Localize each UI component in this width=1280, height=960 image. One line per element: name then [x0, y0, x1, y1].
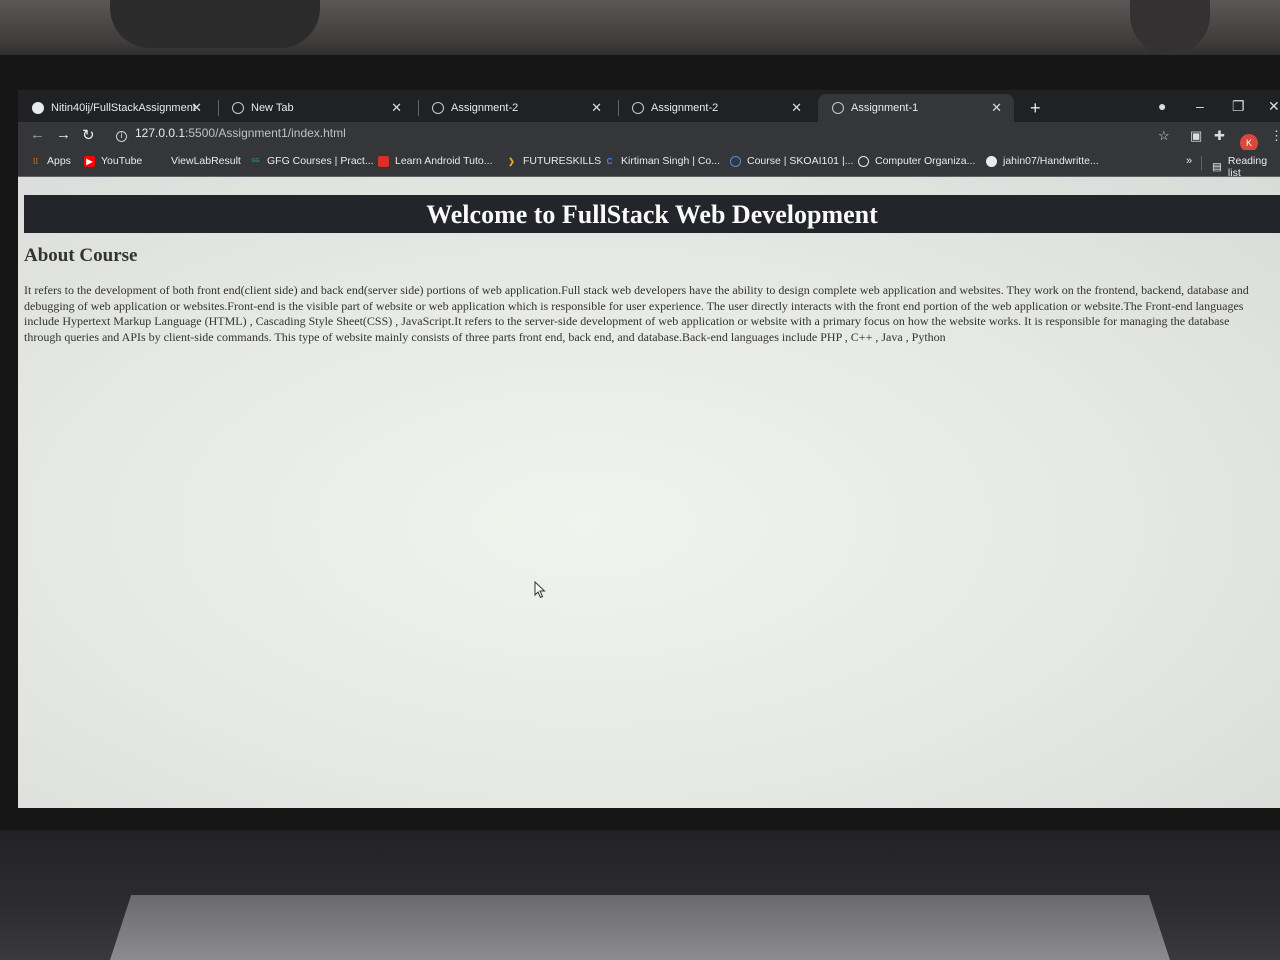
close-tab-icon[interactable]: ✕ — [991, 100, 1002, 116]
menu-icon[interactable]: ⋮ — [1270, 128, 1280, 144]
minimize-icon[interactable]: – — [1196, 98, 1204, 114]
c-logo-icon: C — [606, 156, 613, 166]
close-tab-icon[interactable]: ✕ — [791, 100, 802, 116]
tab-assignment-1[interactable]: Assignment-1 ✕ — [818, 94, 1014, 122]
tab-assignment-2[interactable]: Assignment-2 ✕ — [618, 94, 814, 122]
globe-icon — [632, 102, 644, 114]
url-path: :5500/Assignment1/index.html — [185, 126, 346, 140]
bookmark-gfg[interactable]: ᴳᴳ GFG Courses | Pract... — [250, 155, 374, 167]
close-window-icon[interactable]: ✕ — [1268, 98, 1280, 115]
tab-title: Assignment-2 — [651, 102, 719, 114]
bookmark-viewlabresult[interactable]: ViewLabResult — [154, 155, 241, 167]
extensions-icon[interactable]: ✚ — [1214, 128, 1225, 144]
tab-title: New Tab — [251, 102, 294, 114]
bookmark-label: YouTube — [101, 155, 143, 167]
more-bookmarks-icon[interactable]: » — [1186, 155, 1192, 167]
close-tab-icon[interactable]: ✕ — [591, 100, 602, 116]
bookmark-computer-organization[interactable]: Computer Organiza... — [858, 155, 975, 167]
laptop-hinge — [110, 895, 1170, 960]
tab-strip: Nitin40ij/FullStackAssignment ✕ New Tab … — [18, 90, 1280, 122]
bookmarks-bar: ⁞⁞ Apps ▶ YouTube ViewLabResult ᴳᴳ GFG C… — [18, 150, 1280, 179]
tab-title: Assignment-1 — [851, 102, 919, 114]
chevron-right-icon: ❯ — [508, 156, 515, 166]
bookmark-label: Apps — [47, 155, 71, 167]
restore-icon[interactable]: ❐ — [1232, 98, 1245, 115]
blank-page-icon — [154, 156, 165, 167]
youtube-icon: ▶ — [84, 155, 95, 167]
mouse-cursor-icon — [534, 581, 546, 599]
bookmark-separator — [1201, 156, 1202, 170]
site-info-icon[interactable]: i — [116, 131, 127, 142]
reading-list-button[interactable]: ▤ Reading list — [1212, 155, 1280, 179]
bookmark-label: GFG Courses | Pract... — [267, 155, 374, 167]
bookmark-course-skoai101[interactable]: Course | SKOAI101 |... — [730, 155, 853, 167]
apps-grid-icon: ⁞⁞ — [32, 156, 39, 166]
globe-icon — [858, 155, 869, 167]
bookmark-futureskills[interactable]: ❯ FUTURESKILLS — [506, 155, 601, 167]
tab-search-icon[interactable]: ● — [1158, 98, 1166, 114]
globe-icon — [432, 102, 444, 114]
pocket-icon[interactable]: ▣ — [1190, 128, 1202, 144]
bookmark-label: FUTURESKILLS — [523, 155, 602, 167]
browser-window: Nitin40ij/FullStackAssignment ✕ New Tab … — [18, 90, 1280, 808]
tab-assignment-2[interactable]: Assignment-2 ✕ — [418, 94, 614, 122]
reading-list-icon: ▤ — [1212, 161, 1222, 173]
bookmark-apps[interactable]: ⁞⁞ Apps — [30, 155, 71, 167]
reading-list-label: Reading list — [1227, 155, 1268, 179]
bookmark-label: Course | SKOAI101 |... — [747, 155, 854, 167]
gfg-icon: ᴳᴳ — [251, 156, 260, 166]
page-viewport: Welcome to FullStack Web Development Abo… — [18, 177, 1280, 808]
close-tab-icon[interactable]: ✕ — [391, 100, 402, 116]
star-icon[interactable]: ☆ — [1158, 128, 1170, 144]
github-icon — [32, 102, 44, 114]
url-host: 127.0.0.1 — [135, 126, 186, 140]
back-icon[interactable]: ← — [30, 126, 45, 143]
course-description: It refers to the development of both fro… — [24, 283, 1249, 344]
page-title: Welcome to FullStack Web Development — [24, 195, 1280, 233]
bookmark-kirtiman-singh[interactable]: C Kirtiman Singh | Co... — [604, 155, 720, 167]
reload-icon[interactable]: ↻ — [82, 126, 95, 144]
tab-fullstack-repo[interactable]: Nitin40ij/FullStackAssignment ✕ — [18, 94, 214, 122]
new-tab-button[interactable]: + — [1030, 98, 1041, 119]
bookmark-label: Computer Organiza... — [875, 155, 976, 167]
bookmark-learn-android[interactable]: Learn Android Tuto... — [378, 155, 492, 167]
address-bar[interactable]: i 127.0.0.1:5500/Assignment1/index.html — [116, 126, 346, 142]
background-object — [110, 0, 320, 48]
bookmark-label: Learn Android Tuto... — [395, 155, 493, 167]
tab-title: Nitin40ij/FullStackAssignment — [51, 102, 196, 114]
bookmark-label: jahin07/Handwritte... — [1003, 155, 1099, 167]
close-tab-icon[interactable]: ✕ — [191, 100, 202, 116]
bookmark-jahin07-handwritten[interactable]: jahin07/Handwritte... — [986, 155, 1099, 167]
globe-icon — [832, 102, 844, 114]
github-icon — [986, 155, 997, 167]
toolbar: ← → ↻ i 127.0.0.1:5500/Assignment1/index.… — [18, 122, 1280, 150]
globe-icon — [232, 102, 244, 114]
tab-new-tab[interactable]: New Tab ✕ — [218, 94, 414, 122]
bookmark-youtube[interactable]: ▶ YouTube — [84, 155, 142, 167]
forward-icon[interactable]: → — [56, 126, 71, 143]
tab-title: Assignment-2 — [451, 102, 519, 114]
section-heading: About Course — [24, 245, 138, 266]
bookmark-icon — [378, 155, 389, 167]
bookmark-label: Kirtiman Singh | Co... — [621, 155, 721, 167]
globe-icon — [730, 155, 741, 167]
bookmark-label: ViewLabResult — [171, 155, 241, 167]
